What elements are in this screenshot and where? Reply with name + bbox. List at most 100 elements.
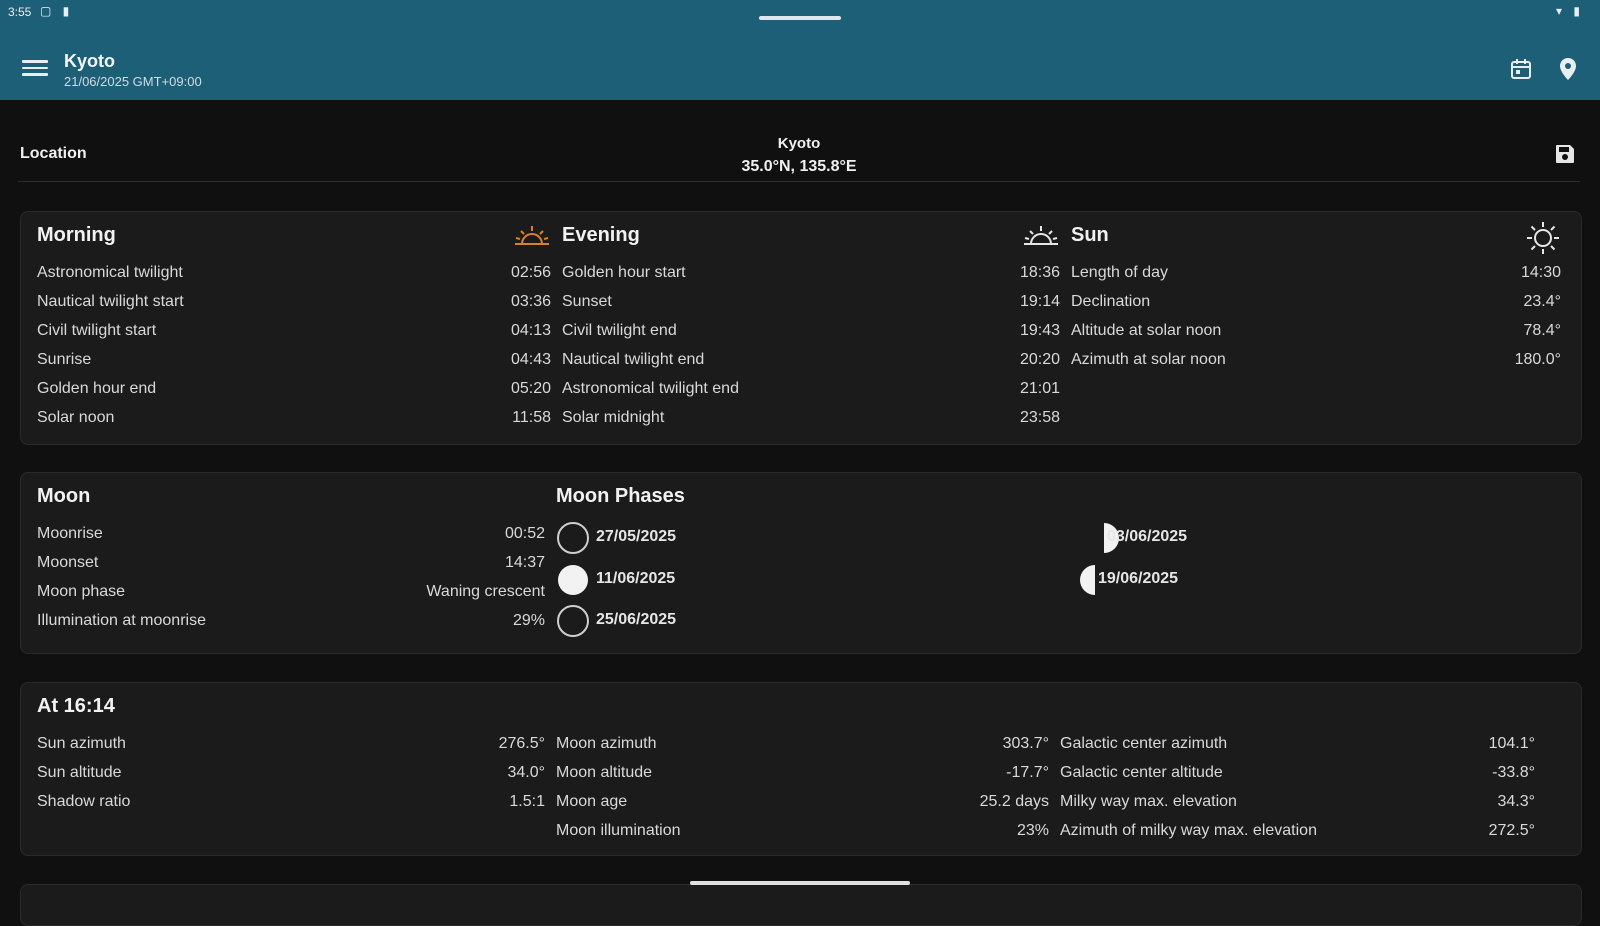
current-position-card: At 16:14 Sun azimuth 276.5° Sun altitude… — [20, 682, 1582, 856]
position-row: Moon azimuth 303.7° — [556, 735, 1049, 759]
moon-phases-column: Moon Phases 27/05/2025 03/06/2025 11/06/… — [556, 485, 1556, 645]
location-button[interactable] — [1558, 57, 1578, 81]
row-label: Illumination at moonrise — [37, 612, 206, 629]
status-time: 3:55 — [8, 5, 32, 19]
sun-position-column: Sun azimuth 276.5° Sun altitude 34.0° Sh… — [37, 735, 545, 855]
calendar-button[interactable] — [1509, 57, 1533, 81]
morning-row: Astronomical twilight 02:56 — [37, 264, 551, 288]
row-value: 19:43 — [1019, 322, 1060, 339]
morning-row: Sunrise 04:43 — [37, 351, 551, 375]
row-value: 78.4° — [1523, 322, 1561, 339]
moon-phase-date: 11/06/2025 — [596, 570, 676, 587]
save-location-button[interactable] — [1554, 143, 1576, 165]
row-label: Astronomical twilight end — [562, 380, 739, 397]
row-label: Length of day — [1071, 264, 1168, 281]
row-label: Milky way max. elevation — [1060, 793, 1237, 810]
row-value: 104.1° — [1488, 735, 1535, 752]
morning-row: Civil twilight start 04:13 — [37, 322, 551, 346]
row-value: 14:30 — [1520, 264, 1561, 281]
row-label: Moon azimuth — [556, 735, 657, 752]
row-value: 11:58 — [512, 409, 551, 426]
row-value: 34.3° — [1497, 793, 1535, 810]
full-moon-icon — [558, 565, 588, 595]
row-value: 303.7° — [1002, 735, 1049, 752]
sun-icon — [1527, 222, 1559, 254]
moon-phase-date: 03/06/2025 — [1107, 528, 1188, 545]
moon-card: Moon Moonrise 00:52 Moonset 14:37 Moon p… — [20, 472, 1582, 654]
row-value: -33.8° — [1492, 764, 1535, 781]
position-row: Moon altitude -17.7° — [556, 764, 1049, 788]
row-label: Galactic center altitude — [1060, 764, 1223, 781]
position-row: Sun altitude 34.0° — [37, 764, 545, 788]
row-label: Moon phase — [37, 583, 126, 600]
row-value: 05:20 — [510, 380, 551, 397]
evening-row: Golden hour start 18:36 — [562, 264, 1060, 288]
sunrise-icon — [515, 226, 549, 245]
row-label: Golden hour end — [37, 380, 157, 397]
row-value: 23.4° — [1523, 293, 1561, 310]
moon-phase-item: 19/06/2025 — [1078, 563, 1278, 597]
row-value: 02:56 — [510, 264, 551, 281]
row-label: Galactic center azimuth — [1060, 735, 1228, 752]
row-label: Sunrise — [37, 351, 92, 368]
sun-row: Declination 23.4° — [1071, 293, 1561, 317]
row-value: 20:20 — [1019, 351, 1060, 368]
sun-row: Altitude at solar noon 78.4° — [1071, 322, 1561, 346]
evening-row: Astronomical twilight end 21:01 — [562, 380, 1060, 404]
position-row: Shadow ratio 1.5:1 — [37, 793, 545, 817]
row-label: Sun altitude — [37, 764, 122, 781]
row-label: Moon illumination — [556, 822, 681, 839]
evening-row: Civil twilight end 19:43 — [562, 322, 1060, 346]
hamburger-icon — [22, 60, 48, 76]
save-icon — [1556, 145, 1574, 163]
map-pin-icon — [1560, 58, 1576, 80]
moon-column: Moon Moonrise 00:52 Moonset 14:37 Moon p… — [37, 481, 545, 645]
row-label: Moon altitude — [556, 764, 653, 781]
row-value: 180.0° — [1514, 351, 1561, 368]
moon-phase-date: 25/06/2025 — [596, 611, 677, 628]
row-label: Shadow ratio — [37, 793, 131, 810]
row-label: Azimuth of milky way max. elevation — [1060, 822, 1317, 839]
position-row: Galactic center altitude -33.8° — [1060, 764, 1535, 788]
moon-row: Moonrise 00:52 — [37, 525, 545, 549]
sun-title: Sun — [1071, 224, 1109, 246]
row-value: 1.5:1 — [509, 793, 545, 810]
location-name: Kyoto — [777, 135, 821, 152]
evening-title: Evening — [562, 224, 640, 246]
page-subtitle: 21/06/2025 GMT+09:00 — [64, 74, 202, 89]
row-value: 25.2 days — [979, 793, 1049, 810]
morning-row: Nautical twilight start 03:36 — [37, 293, 551, 317]
moon-phase-item: 03/06/2025 — [1087, 521, 1287, 555]
row-value: 276.5° — [498, 735, 545, 752]
calendar-icon — [1511, 59, 1531, 79]
row-value: 272.5° — [1488, 822, 1535, 839]
row-value: 21:01 — [1019, 380, 1060, 397]
gesture-home-bar[interactable] — [690, 881, 910, 885]
moon-phases-title: Moon Phases — [556, 485, 685, 507]
crescent-moon-icon — [514, 481, 529, 511]
menu-button[interactable] — [22, 56, 48, 80]
next-card-partial — [20, 884, 1582, 926]
row-value: 18:36 — [1019, 264, 1060, 281]
row-value: 00:52 — [504, 525, 545, 542]
row-label: Civil twilight start — [37, 322, 157, 339]
moon-phase-item: 25/06/2025 — [556, 604, 756, 638]
status-notification-icons: ▢ ▮ — [40, 4, 74, 18]
row-value: 04:43 — [510, 351, 551, 368]
sun-row: Azimuth at solar noon 180.0° — [1071, 351, 1561, 375]
position-row: Moon age 25.2 days — [556, 793, 1049, 817]
at-time-title: At 16:14 — [37, 695, 115, 717]
moon-phase-item: 27/05/2025 — [556, 521, 756, 555]
drag-handle[interactable] — [759, 16, 841, 20]
page-title: Kyoto — [64, 51, 115, 71]
position-row: Galactic center azimuth 104.1° — [1060, 735, 1535, 759]
morning-row: Golden hour end 05:20 — [37, 380, 551, 404]
row-label: Solar noon — [37, 409, 115, 426]
row-value: 34.0° — [507, 764, 545, 781]
row-label: Declination — [1071, 293, 1151, 310]
moon-position-column: Moon azimuth 303.7° Moon altitude -17.7°… — [556, 735, 1049, 855]
row-label: Moonset — [37, 554, 99, 571]
row-value: 29% — [512, 612, 545, 629]
moon-phase-date: 27/05/2025 — [596, 528, 677, 545]
morning-title: Morning — [37, 224, 116, 246]
